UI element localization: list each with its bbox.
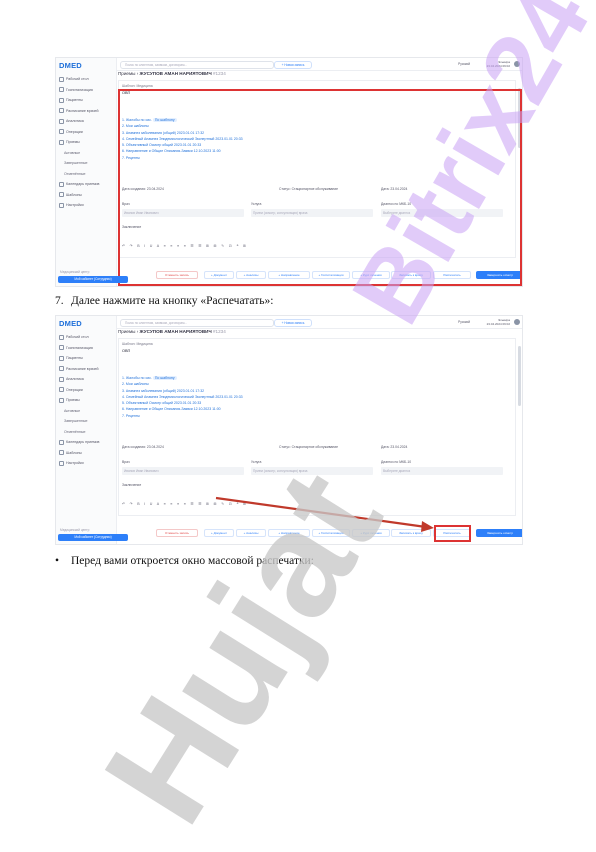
sidebar-item-label: Пациенты [66, 98, 83, 102]
sidebar-item[interactable]: Аналитика [56, 116, 116, 127]
pointer-arrow [215, 496, 434, 532]
sidebar-item[interactable]: Операции [56, 127, 116, 138]
sidebar-item-label: Операции [66, 129, 83, 134]
sidebar-item[interactable]: Расписание врачей [56, 106, 116, 117]
new-record-button[interactable]: + Новая запись [274, 61, 312, 69]
cabinet-button[interactable]: Мой кабинет (Сотрудник) [58, 276, 128, 283]
menu-icon [59, 139, 64, 145]
menu-icon [59, 192, 64, 198]
sidebar-item-label: Приемы [66, 140, 80, 144]
sidebar-item-label: Расписание врачей [66, 108, 99, 113]
sidebar-item[interactable]: Завершенные [56, 158, 116, 169]
sidebar-item-label: Отменённые [64, 171, 86, 176]
sidebar: DMED Рабочий стол Госпитализация Пациенты Р… [56, 58, 117, 286]
top-bar: Поиск по клиентам, заявкам, договорам...… [116, 58, 522, 71]
menu-icon [59, 202, 64, 208]
sidebar-item[interactable]: Пациенты [56, 95, 116, 106]
sidebar-item[interactable]: Отменённые [56, 169, 116, 180]
sidebar-item-label: Настройки [66, 203, 84, 207]
sidebar-menu: Рабочий стол Госпитализация Пациенты Распис… [56, 74, 116, 211]
sidebar-item[interactable]: Приемы [56, 137, 116, 148]
sidebar-item-label: Активные [64, 150, 81, 155]
menu-icon [59, 108, 64, 114]
breadcrumb: Приемы › ЖУСУПОВ АМАН НАРИЯТОВИЧ #1234 [118, 71, 226, 76]
bullet-mark: • [55, 555, 60, 567]
sidebar-item-label: Рабочий стол [66, 77, 89, 81]
menu-icon [59, 181, 64, 187]
step-text: Далее нажмите на кнопку «Распечатать»: [71, 295, 274, 307]
sidebar-item-label: Шаблоны [66, 192, 82, 197]
breadcrumb-id: #1234 [213, 71, 226, 76]
menu-icon [59, 87, 64, 93]
menu-icon [59, 129, 64, 135]
sidebar-item[interactable]: Шаблоны [56, 190, 116, 201]
breadcrumb-root[interactable]: Приемы [118, 71, 135, 76]
avatar[interactable] [514, 61, 520, 67]
screenshot-2: DMED Рабочий стол Госпитализация Пациенты Р… [55, 315, 523, 545]
screenshot-1: DMED Рабочий стол Госпитализация Пациенты Р… [55, 57, 523, 287]
sidebar-item[interactable]: Настройки [56, 200, 116, 211]
sidebar-item[interactable]: Активные [56, 148, 116, 159]
sidebar-item-label: Завершенные [64, 161, 88, 165]
template-label: Шаблон: Медицина [122, 84, 153, 88]
print-button-highlight [434, 525, 471, 542]
menu-icon [59, 118, 64, 124]
sidebar-item-label: Госпитализация [66, 87, 93, 92]
highlight-frame [118, 89, 522, 286]
sidebar-item[interactable]: Госпитализация [56, 85, 116, 96]
app-logo: DMED [59, 61, 82, 70]
sidebar-item-label: Календарь приемов [66, 182, 100, 186]
language-select[interactable]: Русский [458, 62, 470, 66]
user-info[interactable]: Эльвира 23.04.2024 09:02 [487, 60, 510, 68]
sidebar-item[interactable]: Календарь приемов [56, 179, 116, 190]
breadcrumb-patient: ЖУСУПОВ АМАН НАРИЯТОВИЧ [139, 71, 212, 76]
sidebar-footer-label: Медицинский центр [60, 270, 90, 274]
sidebar-item[interactable]: Рабочий стол [56, 74, 116, 85]
cabinet-button[interactable]: Мой кабинет (Сотрудник) [58, 534, 128, 541]
user-date: 23.04.2024 09:02 [486, 64, 510, 68]
bullet-line: • Перед вами откроется окно массовой расп… [55, 555, 314, 567]
step-number: 7. [55, 295, 64, 307]
sidebar-item-label: Аналитика [66, 119, 84, 123]
bullet-text: Перед вами откроется окно массовой распе… [71, 555, 314, 567]
menu-icon [59, 76, 64, 82]
menu-icon [59, 97, 64, 103]
search-input[interactable]: Поиск по клиентам, заявкам, договорам... [120, 61, 274, 69]
step-7: 7. Далее нажмите на кнопку «Распечатать»: [55, 295, 273, 307]
